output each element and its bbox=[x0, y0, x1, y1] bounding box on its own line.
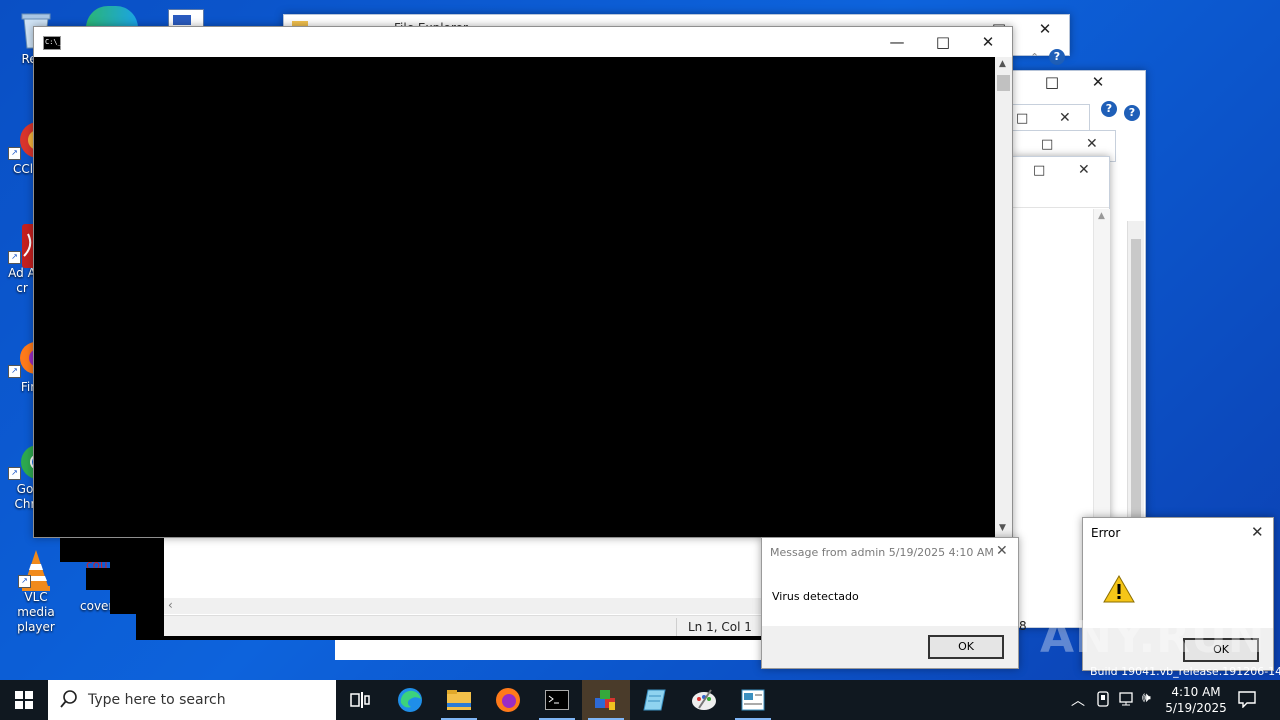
black-artifact bbox=[110, 538, 138, 614]
taskbar: Type here to search ︿ 🕪 4:10 AM 5/19/202… bbox=[0, 680, 1280, 720]
horizontal-scrollbar[interactable]: ‹ bbox=[164, 598, 764, 614]
cmd-icon-text: C:\_ bbox=[45, 38, 62, 46]
volume-icon[interactable]: 🕪 bbox=[1142, 690, 1151, 706]
scroll-left-icon[interactable]: ‹ bbox=[168, 598, 173, 612]
notification-center-icon[interactable] bbox=[1238, 690, 1256, 711]
message-dialog[interactable]: Message from admin 5/19/2025 4:10 AM ✕ V… bbox=[761, 537, 1019, 669]
chevron-up-icon[interactable]: ⌃ bbox=[1030, 51, 1039, 64]
clock-time: 4:10 AM bbox=[1171, 685, 1221, 699]
notepad-window[interactable]: ‹ Ln 1, Col 1 bbox=[164, 538, 764, 639]
start-button[interactable] bbox=[0, 680, 48, 720]
search-icon bbox=[60, 690, 78, 711]
address-bar bbox=[1013, 191, 1109, 208]
console-area[interactable] bbox=[34, 57, 995, 537]
help-icon[interactable]: ? bbox=[1049, 49, 1065, 65]
shortcut-arrow-icon: ↗ bbox=[18, 575, 31, 588]
taskbar-notepad[interactable] bbox=[631, 680, 679, 720]
maximize-icon[interactable]: □ bbox=[1016, 111, 1028, 126]
taskbar-edge[interactable] bbox=[386, 680, 434, 720]
desktop-icon-vlc[interactable]: ↗ VLC media player bbox=[4, 548, 68, 635]
close-icon[interactable]: ✕ bbox=[1251, 523, 1264, 541]
clock[interactable]: 4:10 AM 5/19/2025 bbox=[1162, 684, 1230, 716]
cursor-position: Ln 1, Col 1 bbox=[688, 620, 752, 634]
edge-desktop-icon[interactable] bbox=[86, 6, 138, 28]
cmd-window[interactable]: C:\_ — □ ✕ ▲ ▼ bbox=[33, 26, 1013, 538]
maximize-icon[interactable]: □ bbox=[1033, 163, 1045, 178]
network-icon[interactable] bbox=[1118, 691, 1136, 710]
shortcut-arrow-icon: ↗ bbox=[8, 365, 21, 378]
minimize-button[interactable]: — bbox=[874, 27, 920, 57]
vlc-icon: ↗ bbox=[18, 548, 54, 591]
black-artifact bbox=[86, 568, 110, 590]
scroll-up-icon[interactable]: ▲ bbox=[999, 59, 1006, 69]
paint-icon bbox=[692, 689, 716, 710]
clock-date: 5/19/2025 bbox=[1165, 701, 1227, 715]
cmd-icon bbox=[545, 690, 569, 710]
windows-logo-icon bbox=[15, 691, 33, 709]
close-button[interactable]: ✕ bbox=[1022, 15, 1068, 43]
vertical-scrollbar[interactable] bbox=[1127, 221, 1144, 521]
taskbar-firefox[interactable] bbox=[484, 680, 532, 720]
close-icon[interactable]: ✕ bbox=[1059, 110, 1071, 126]
titlebar: C:\_ — □ ✕ bbox=[34, 27, 1012, 57]
firefox-icon bbox=[496, 688, 520, 712]
ok-button[interactable]: OK bbox=[928, 635, 1004, 659]
anyrun-watermark: ANY.RUN bbox=[1040, 612, 1266, 663]
dialog-title: Message from admin 5/19/2025 4:10 AM bbox=[770, 546, 994, 559]
cubes-icon bbox=[595, 690, 615, 710]
help-icon[interactable]: ? bbox=[1101, 101, 1117, 117]
edge-icon bbox=[398, 688, 422, 712]
help-icon[interactable]: ? bbox=[1124, 105, 1140, 121]
wordpad-icon bbox=[741, 689, 765, 711]
taskbar-file-explorer[interactable] bbox=[435, 680, 483, 720]
notepad-icon bbox=[643, 689, 666, 711]
desktop-icon-label: VLC media player bbox=[17, 590, 55, 634]
shortcut-arrow-icon: ↗ bbox=[8, 147, 21, 160]
folder-icon bbox=[447, 690, 471, 710]
dialog-title: Error bbox=[1091, 526, 1121, 540]
search-placeholder: Type here to search bbox=[88, 692, 226, 708]
vertical-scrollbar[interactable]: ▲ ▼ bbox=[995, 57, 1012, 537]
maximize-icon[interactable]: □ bbox=[1041, 137, 1053, 152]
maximize-button[interactable]: □ bbox=[920, 27, 966, 57]
scroll-thumb[interactable] bbox=[997, 75, 1010, 91]
device-icon[interactable] bbox=[1096, 691, 1110, 710]
shortcut-arrow-icon: ↗ bbox=[8, 251, 21, 264]
black-frame bbox=[136, 538, 164, 640]
maximize-button[interactable]: □ bbox=[1029, 67, 1075, 97]
taskbar-paint[interactable] bbox=[680, 680, 728, 720]
close-button[interactable]: ✕ bbox=[965, 27, 1011, 57]
message-body: Virus detectado bbox=[772, 590, 859, 603]
close-icon[interactable]: ✕ bbox=[996, 543, 1008, 559]
search-box[interactable]: Type here to search bbox=[48, 680, 336, 720]
warning-icon bbox=[1103, 574, 1135, 607]
taskbar-cmd[interactable] bbox=[533, 680, 581, 720]
taskbar-wordpad[interactable] bbox=[729, 680, 777, 720]
build-info: Build 19041.vb_release.191206-1406 bbox=[1090, 665, 1280, 678]
taskbar-app-cubes[interactable] bbox=[582, 680, 630, 720]
close-icon[interactable]: ✕ bbox=[1086, 136, 1098, 152]
scroll-down-icon[interactable]: ▼ bbox=[999, 523, 1006, 533]
status-divider bbox=[676, 618, 677, 636]
show-hidden-icons[interactable]: ︿ bbox=[1071, 690, 1085, 710]
task-view-icon bbox=[350, 692, 370, 708]
cmd-icon: C:\_ bbox=[43, 36, 62, 50]
shortcut-arrow-icon: ↗ bbox=[8, 467, 21, 480]
close-icon[interactable]: ✕ bbox=[1078, 162, 1090, 178]
task-view-button[interactable] bbox=[336, 680, 384, 720]
desktop-icon-label: Ad Acr bbox=[8, 266, 36, 295]
close-button[interactable]: ✕ bbox=[1075, 67, 1121, 97]
status-fragment: 8 bbox=[1019, 619, 1027, 633]
white-strip bbox=[335, 640, 763, 660]
